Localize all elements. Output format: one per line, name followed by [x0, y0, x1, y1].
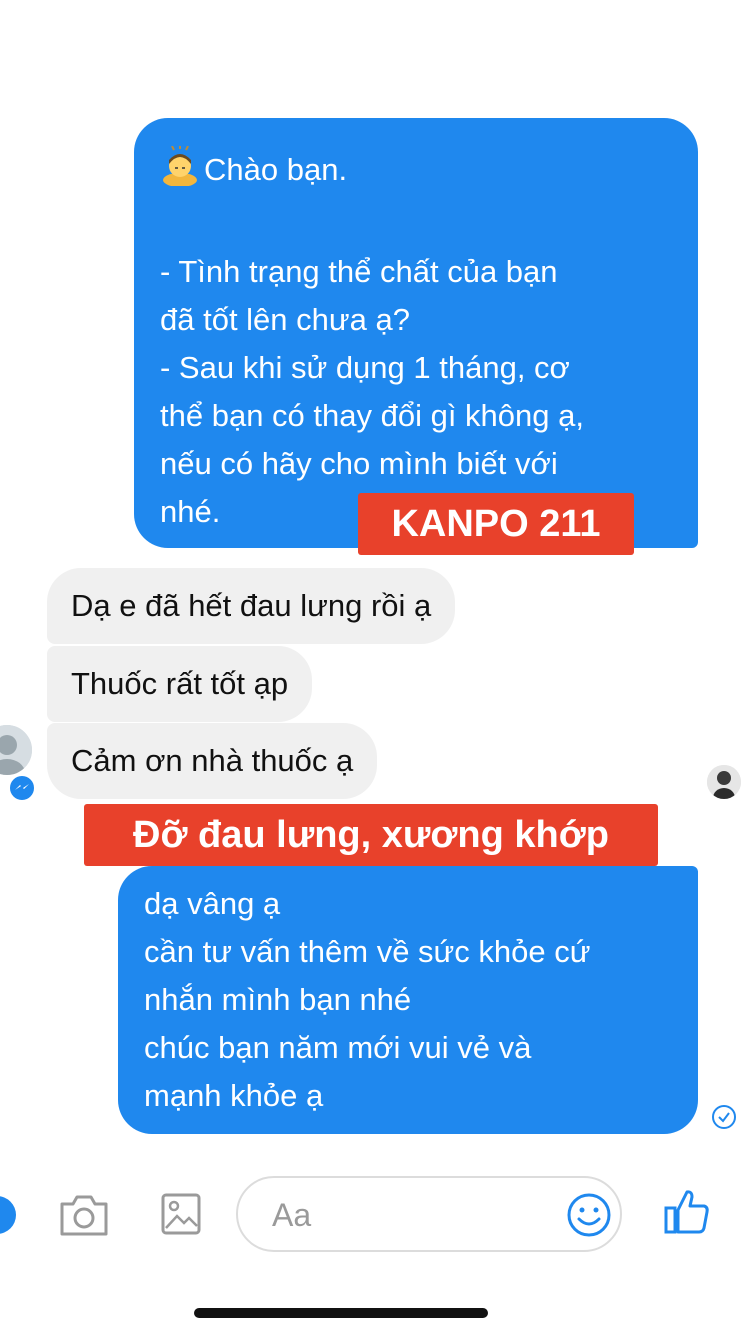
message-line: - Tình trạng thể chất của bạn [160, 254, 558, 289]
home-indicator [194, 1308, 488, 1318]
like-thumb-icon[interactable] [662, 1186, 712, 1243]
outgoing-message-bubble[interactable]: Chào bạn. - Tình trạng thể chất của bạn … [134, 118, 698, 548]
gallery-icon[interactable] [160, 1192, 202, 1241]
seen-avatar [707, 765, 741, 799]
incoming-message-bubble[interactable]: Dạ e đã hết đau lưng rồi ạ [47, 568, 456, 644]
message-line: nếu có hãy cho mình biết với [160, 446, 558, 481]
kanpo-label: KANPO 211 [358, 493, 634, 555]
incoming-message-bubble[interactable]: Thuốc rất tốt ạp [47, 646, 313, 722]
message-line: cần tư vấn thêm về sức khỏe cứ [144, 934, 591, 969]
message-line: Chào bạn. [160, 145, 584, 200]
sender-avatar[interactable] [0, 725, 32, 775]
message-line: đã tốt lên chưa ạ? [160, 302, 410, 337]
incoming-message-bubble[interactable]: Cảm ơn nhà thuốc ạ [47, 723, 378, 799]
emoji-icon[interactable] [566, 1192, 612, 1243]
message-line: dạ vâng ạ [144, 886, 281, 921]
message-input[interactable]: Aa [236, 1176, 622, 1252]
message-input-placeholder: Aa [272, 1197, 312, 1233]
benefit-label: Đỡ đau lưng, xương khớp [84, 804, 658, 866]
person-bowing-icon [160, 145, 200, 200]
message-line: chúc bạn năm mới vui vẻ và [144, 1030, 532, 1065]
camera-icon[interactable] [58, 1192, 110, 1243]
more-actions-icon[interactable] [0, 1196, 16, 1234]
messenger-badge-icon [8, 774, 36, 802]
message-line: thể bạn có thay đổi gì không ạ, [160, 398, 584, 433]
outgoing-message-bubble[interactable]: dạ vâng ạ cần tư vấn thêm về sức khỏe cứ… [118, 866, 698, 1134]
message-line: - Sau khi sử dụng 1 tháng, cơ [160, 350, 570, 385]
message-line: nhắn mình bạn nhé [144, 982, 412, 1017]
message-line: mạnh khỏe ạ [144, 1078, 324, 1113]
sent-check-icon [711, 1104, 737, 1135]
